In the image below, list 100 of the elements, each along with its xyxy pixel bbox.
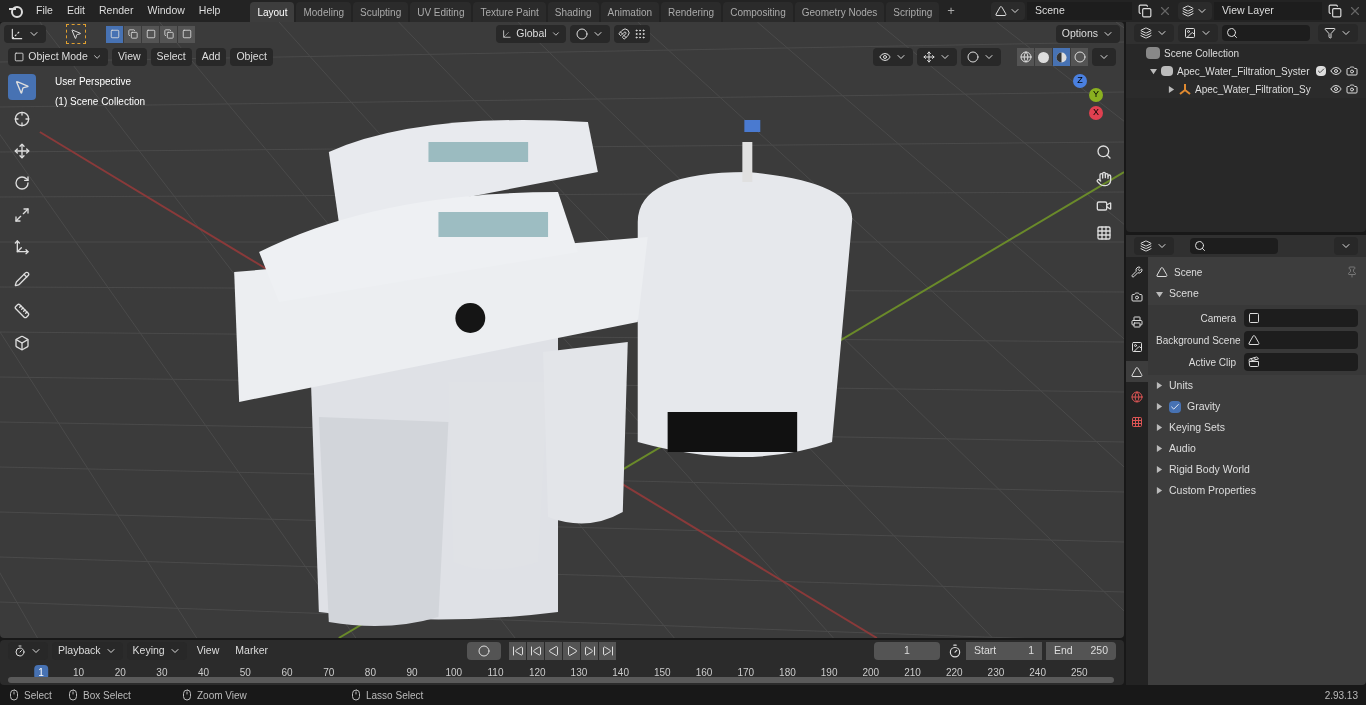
disclosure-triangle[interactable] <box>1156 487 1163 494</box>
properties-tab[interactable] <box>1126 361 1148 382</box>
workspace-tab[interactable]: Animation <box>600 2 659 22</box>
field-input[interactable] <box>1244 309 1358 327</box>
options-dropdown[interactable]: Options <box>1055 25 1120 43</box>
menu-item[interactable]: Render <box>93 2 140 20</box>
section-title[interactable]: Custom Properties <box>1169 482 1256 499</box>
timeline-menu[interactable]: View <box>190 643 226 659</box>
section-title[interactable]: Audio <box>1169 440 1196 457</box>
playback-button[interactable] <box>581 642 598 660</box>
menu-item[interactable]: File <box>30 2 59 20</box>
filter-dropdown[interactable] <box>1318 24 1358 42</box>
options-dropdown[interactable] <box>1334 237 1358 255</box>
visibility-dropdown[interactable] <box>873 48 913 66</box>
outliner-item[interactable]: Apec_Water_Filtration_Syster <box>1177 63 1312 79</box>
menu-item[interactable]: Window <box>141 2 191 20</box>
mode-dropdown[interactable]: Object Mode <box>8 48 108 66</box>
playback-button[interactable] <box>509 642 526 660</box>
navigation-button[interactable] <box>1094 223 1114 243</box>
playback-button[interactable] <box>599 642 616 660</box>
view-layer-field[interactable]: View Layer <box>1214 2 1322 20</box>
disclosure-triangle[interactable] <box>1156 382 1163 389</box>
shading-button[interactable] <box>1071 48 1088 66</box>
disclosure-triangle[interactable] <box>1156 403 1163 410</box>
record-button[interactable] <box>467 642 501 660</box>
record-icon <box>478 645 490 657</box>
section-title[interactable]: Gravity <box>1187 398 1221 415</box>
outliner-item[interactable]: Apec_Water_Filtration_Sy <box>1195 81 1326 97</box>
menu-item[interactable]: Help <box>192 2 227 20</box>
shading-dropdown[interactable] <box>1092 48 1116 66</box>
workspace-tab[interactable]: Compositing <box>723 2 793 22</box>
editor-type-dropdown[interactable] <box>4 25 46 43</box>
view-layer-selector[interactable] <box>1178 2 1212 20</box>
overlay-dropdown[interactable] <box>961 48 1001 66</box>
workspace-tab[interactable]: Shading <box>547 2 599 22</box>
disclosure-triangle[interactable] <box>1156 424 1163 431</box>
orientation-dropdown[interactable]: Global <box>496 25 567 43</box>
shading-button[interactable] <box>1053 48 1070 66</box>
viewport-menu[interactable]: Add <box>195 48 227 66</box>
section-title[interactable]: Keying Sets <box>1169 419 1226 436</box>
playback-button[interactable] <box>545 642 562 660</box>
timeline-menu[interactable]: Keying <box>126 642 187 660</box>
end-frame-field[interactable]: End 250 <box>1046 642 1116 660</box>
playback-button[interactable] <box>527 642 544 660</box>
scene-field[interactable]: Scene <box>1027 2 1132 20</box>
field-input[interactable] <box>1244 353 1358 371</box>
navigation-gizmo[interactable]: Z Y X <box>1053 74 1109 134</box>
filter-dropdown[interactable] <box>1178 24 1218 42</box>
timeline-menu[interactable]: Playback <box>52 642 123 660</box>
workspace-tab[interactable]: UV Editing <box>410 2 472 22</box>
scene-icon <box>1131 365 1143 378</box>
field-input[interactable] <box>1244 331 1358 349</box>
workspace-tab[interactable]: Scripting <box>886 2 940 22</box>
disclosure-triangle[interactable] <box>1156 290 1163 298</box>
frame-number: 210 <box>904 666 921 680</box>
disclosure-triangle[interactable] <box>1156 466 1163 473</box>
image-icon <box>1184 27 1196 39</box>
shading-button[interactable] <box>1017 48 1034 66</box>
filter-icon <box>1324 27 1336 39</box>
prev-key-icon <box>529 645 542 657</box>
panel-title[interactable]: Scene <box>1169 286 1199 302</box>
viewport-menu[interactable]: Select <box>150 48 192 66</box>
workspace-tab[interactable]: Layout <box>250 2 295 22</box>
search-field[interactable] <box>1190 238 1278 254</box>
workspace-tab[interactable]: Sculpting <box>353 2 409 22</box>
checkbox[interactable] <box>1169 400 1181 413</box>
playback-button[interactable] <box>563 642 580 660</box>
disclosure-triangle[interactable] <box>1168 85 1175 93</box>
display-mode-dropdown[interactable] <box>1134 24 1174 42</box>
transform-icon <box>14 239 30 255</box>
start-frame-field[interactable]: Start 1 <box>966 642 1042 660</box>
disclosure-triangle[interactable] <box>1156 445 1163 452</box>
status-hint: Select <box>24 688 52 703</box>
navigation-button[interactable] <box>1094 169 1114 189</box>
search-field[interactable] <box>1222 25 1310 41</box>
disclosure-triangle[interactable] <box>1150 67 1157 75</box>
timeline-menu[interactable]: Marker <box>229 643 274 659</box>
add-workspace-button[interactable]: + <box>941 1 961 21</box>
timeline-scrollbar[interactable] <box>8 677 1114 683</box>
workspace-tab[interactable]: Texture Paint <box>473 2 546 22</box>
section-title[interactable]: Rigid Body World <box>1169 461 1250 478</box>
section-title[interactable]: Units <box>1169 377 1193 394</box>
tool-button[interactable] <box>8 74 36 100</box>
checkbox[interactable] <box>1316 66 1326 76</box>
outliner-item[interactable]: Scene Collection <box>1164 45 1240 61</box>
current-frame-field[interactable]: 1 <box>874 642 940 660</box>
workspace-tab[interactable]: Geometry Nodes <box>794 2 885 22</box>
gizmo-dropdown[interactable] <box>917 48 957 66</box>
viewport-menu[interactable]: View <box>112 48 147 66</box>
snap-button[interactable] <box>614 25 651 43</box>
workspace-tab[interactable]: Rendering <box>661 2 722 22</box>
frame-number: 140 <box>612 666 629 680</box>
workspace-tab[interactable]: Modeling <box>296 2 352 22</box>
pivot-dropdown[interactable] <box>570 25 611 43</box>
camera-icon <box>1346 65 1358 77</box>
menu-item[interactable]: Edit <box>60 2 91 20</box>
scene-selector[interactable] <box>991 2 1025 20</box>
editor-type-dropdown[interactable] <box>1134 237 1174 255</box>
viewport-menu[interactable]: Object <box>230 48 273 66</box>
shading-button[interactable] <box>1035 48 1052 66</box>
